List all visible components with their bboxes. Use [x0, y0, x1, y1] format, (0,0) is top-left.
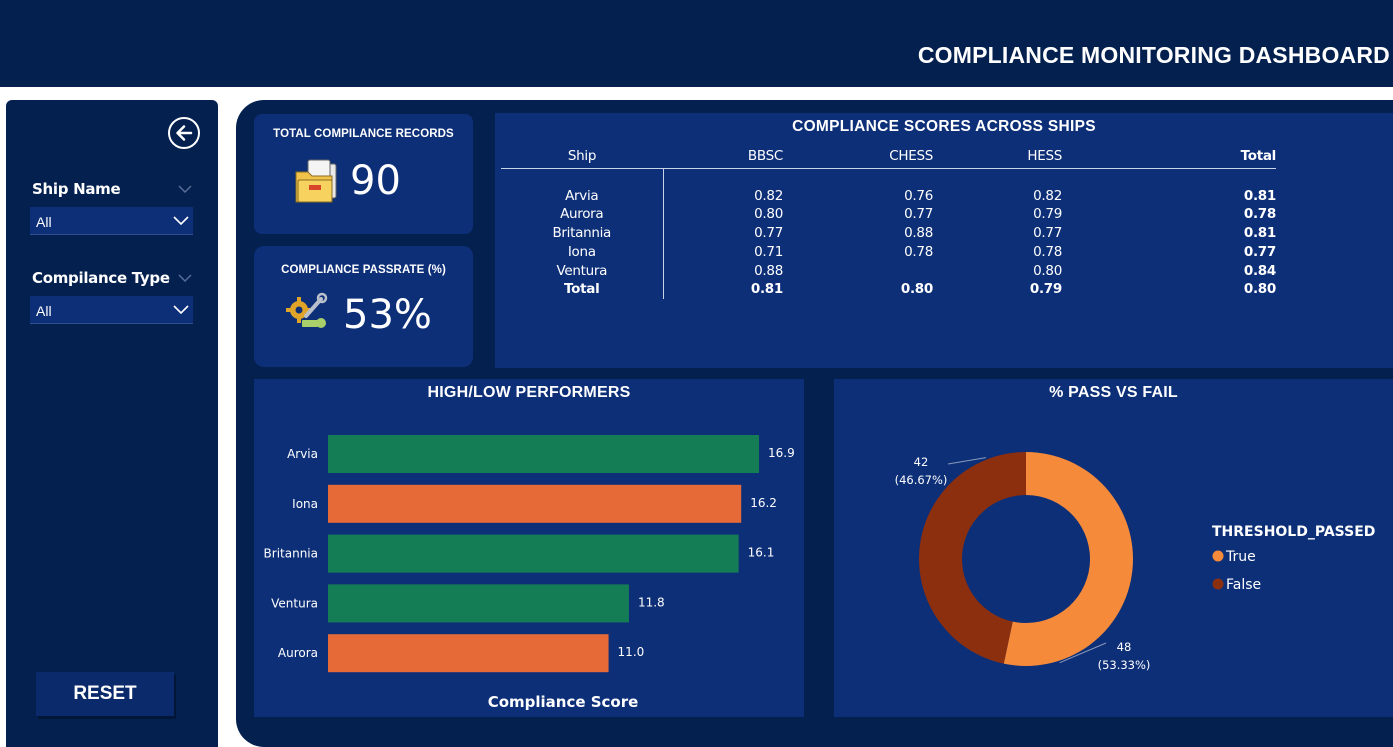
- column-header[interactable]: HESS: [933, 144, 1062, 168]
- value-cell: 0.80: [754, 206, 783, 223]
- total-cell: 0.81: [1243, 187, 1276, 204]
- compliance-type-label: Compilance Type: [32, 269, 170, 287]
- ship-cell: Aurora: [501, 205, 664, 225]
- bar-aurora[interactable]: [328, 634, 609, 673]
- ship-name-label: Ship Name: [32, 180, 121, 198]
- ship-cell: Arvia: [501, 186, 664, 206]
- reset-button[interactable]: RESET: [36, 672, 174, 716]
- value-cell: 0.77: [904, 206, 933, 223]
- bar-chart-plot: Arvia 16.9 Iona 16.2 Britannia 16.1 Ventura 11.…: [264, 435, 795, 711]
- ship-cell: Iona: [501, 242, 664, 262]
- value-cell: 0.78: [1033, 243, 1062, 260]
- kpi-title: TOTAL COMPILANCE RECORDS: [273, 128, 454, 140]
- value-cell: 0.82: [754, 187, 783, 204]
- legend-item-label[interactable]: False: [1226, 577, 1261, 593]
- matrix-table: Ship BBSC CHESS HESS Total Arvia 0.82 0.…: [501, 144, 1276, 299]
- data-label: 16.1: [748, 546, 775, 560]
- kpi-title: COMPLIANCE PASSRATE (%): [281, 264, 446, 276]
- legend-marker: [1212, 550, 1224, 562]
- category-label: Britannia: [264, 547, 318, 561]
- value-cell: 0.81: [750, 281, 783, 298]
- data-label: 11.0: [618, 645, 645, 659]
- kpi-value: 53%: [343, 292, 432, 338]
- value-cell: [783, 262, 933, 281]
- high-low-performers-chart: HIGH/LOW PERFORMERS Arvia 16.9 Iona 16.2 Bri…: [254, 379, 804, 717]
- slice-value-label: 42: [914, 455, 929, 469]
- ship-name-dropdown[interactable]: All: [30, 207, 193, 235]
- kpi-value: 90: [350, 158, 401, 204]
- page-title: COMPLIANCE MONITORING DASHBOARD: [917, 42, 1390, 68]
- data-label: 11.8: [638, 595, 665, 609]
- total-cell: 0.80: [1243, 281, 1276, 298]
- kpi-card-total-records: TOTAL COMPILANCE RECORDS 90: [254, 114, 473, 234]
- donut-chart-plot: 48 (53.33%) 42 (46.67%) THRESHOLD_PASSED True…: [895, 452, 1375, 672]
- chevron-down-icon: [173, 216, 189, 226]
- value-cell: 0.77: [754, 225, 783, 242]
- column-header[interactable]: CHESS: [783, 144, 933, 168]
- value-cell: 0.79: [1029, 281, 1062, 298]
- compliance-scores-matrix: COMPLIANCE SCORES ACROSS SHIPS Ship BBSC…: [495, 113, 1393, 368]
- bar-ventura[interactable]: [328, 584, 629, 623]
- matrix-title: COMPLIANCE SCORES ACROSS SHIPS: [792, 118, 1096, 135]
- legend-marker: [1212, 578, 1224, 590]
- chevron-down-icon: [173, 305, 189, 315]
- value-cell: 0.88: [904, 225, 933, 242]
- table-row[interactable]: Ventura 0.88 0.80 0.84: [501, 261, 1276, 281]
- value-cell: 0.88: [754, 262, 783, 279]
- category-label: Arvia: [287, 447, 318, 461]
- table-row[interactable]: Britannia 0.77 0.88 0.77 0.81: [501, 224, 1276, 243]
- value-cell: 0.71: [754, 243, 783, 260]
- column-header[interactable]: Ship: [501, 144, 663, 168]
- pass-vs-fail-chart: % PASS VS FAIL 48 (53.33%) 42 (46.67%) THRES…: [834, 379, 1393, 717]
- filter-pane: Ship Name All Compilance Type All RESET: [6, 100, 218, 747]
- data-label: 16.2: [750, 496, 777, 510]
- table-row[interactable]: Iona 0.71 0.78 0.78 0.77: [501, 242, 1276, 262]
- total-cell: 0.78: [1243, 206, 1276, 223]
- total-cell: 0.77: [1243, 243, 1276, 260]
- table-total-row[interactable]: Total 0.81 0.80 0.79 0.80: [501, 280, 1276, 299]
- arrow-left-circle-icon: [176, 125, 193, 141]
- category-label: Aurora: [278, 646, 318, 660]
- ship-cell: Ventura: [501, 261, 664, 281]
- value-cell: 0.77: [1033, 225, 1062, 242]
- total-cell: 0.81: [1243, 225, 1276, 242]
- x-axis-title: Compliance Score: [488, 693, 639, 711]
- back-button[interactable]: [168, 117, 200, 149]
- ship-cell: Britannia: [501, 224, 664, 243]
- ship-name-value: All: [36, 214, 52, 230]
- compliance-type-value: All: [36, 303, 52, 319]
- value-cell: 0.80: [900, 281, 933, 298]
- column-header[interactable]: BBSC: [663, 144, 783, 168]
- value-cell: 0.76: [904, 187, 933, 204]
- table-row[interactable]: Aurora 0.80 0.77 0.79 0.78: [501, 205, 1276, 225]
- category-label: Iona: [292, 497, 318, 511]
- total-cell: 0.84: [1243, 262, 1276, 279]
- bar-iona[interactable]: [328, 484, 742, 523]
- slice-percent-label: (46.67%): [895, 473, 948, 487]
- slice-percent-label: (53.33%): [1098, 658, 1151, 672]
- chevron-down-icon[interactable]: [178, 273, 192, 283]
- category-label: Ventura: [271, 596, 318, 610]
- legend-item-label[interactable]: True: [1225, 549, 1256, 565]
- legend-title: THRESHOLD_PASSED: [1212, 524, 1375, 540]
- gear-wrench-icon: [286, 292, 328, 328]
- value-cell: 0.79: [1033, 206, 1062, 223]
- report-canvas: TOTAL COMPILANCE RECORDS 90 COMPLIANCE P…: [236, 100, 1393, 747]
- folder-icon: [295, 159, 337, 203]
- bar-britannia[interactable]: [328, 534, 739, 573]
- ship-cell: Total: [501, 280, 664, 299]
- value-cell: 0.82: [1033, 187, 1062, 204]
- column-header[interactable]: Total: [1062, 144, 1277, 168]
- data-label: 16.9: [768, 446, 795, 460]
- slice-value-label: 48: [1117, 640, 1132, 654]
- value-cell: 0.78: [904, 243, 933, 260]
- compliance-type-dropdown[interactable]: All: [30, 296, 193, 324]
- value-cell: 0.80: [1033, 262, 1062, 279]
- header-bar: COMPLIANCE MONITORING DASHBOARD: [0, 0, 1393, 87]
- table-row[interactable]: Arvia 0.82 0.76 0.82 0.81: [501, 186, 1276, 206]
- chevron-down-icon[interactable]: [178, 184, 192, 194]
- matrix-header-row: Ship BBSC CHESS HESS Total: [501, 144, 1276, 168]
- bar-arvia[interactable]: [328, 435, 760, 473]
- kpi-card-passrate: COMPLIANCE PASSRATE (%) 53%: [254, 246, 473, 367]
